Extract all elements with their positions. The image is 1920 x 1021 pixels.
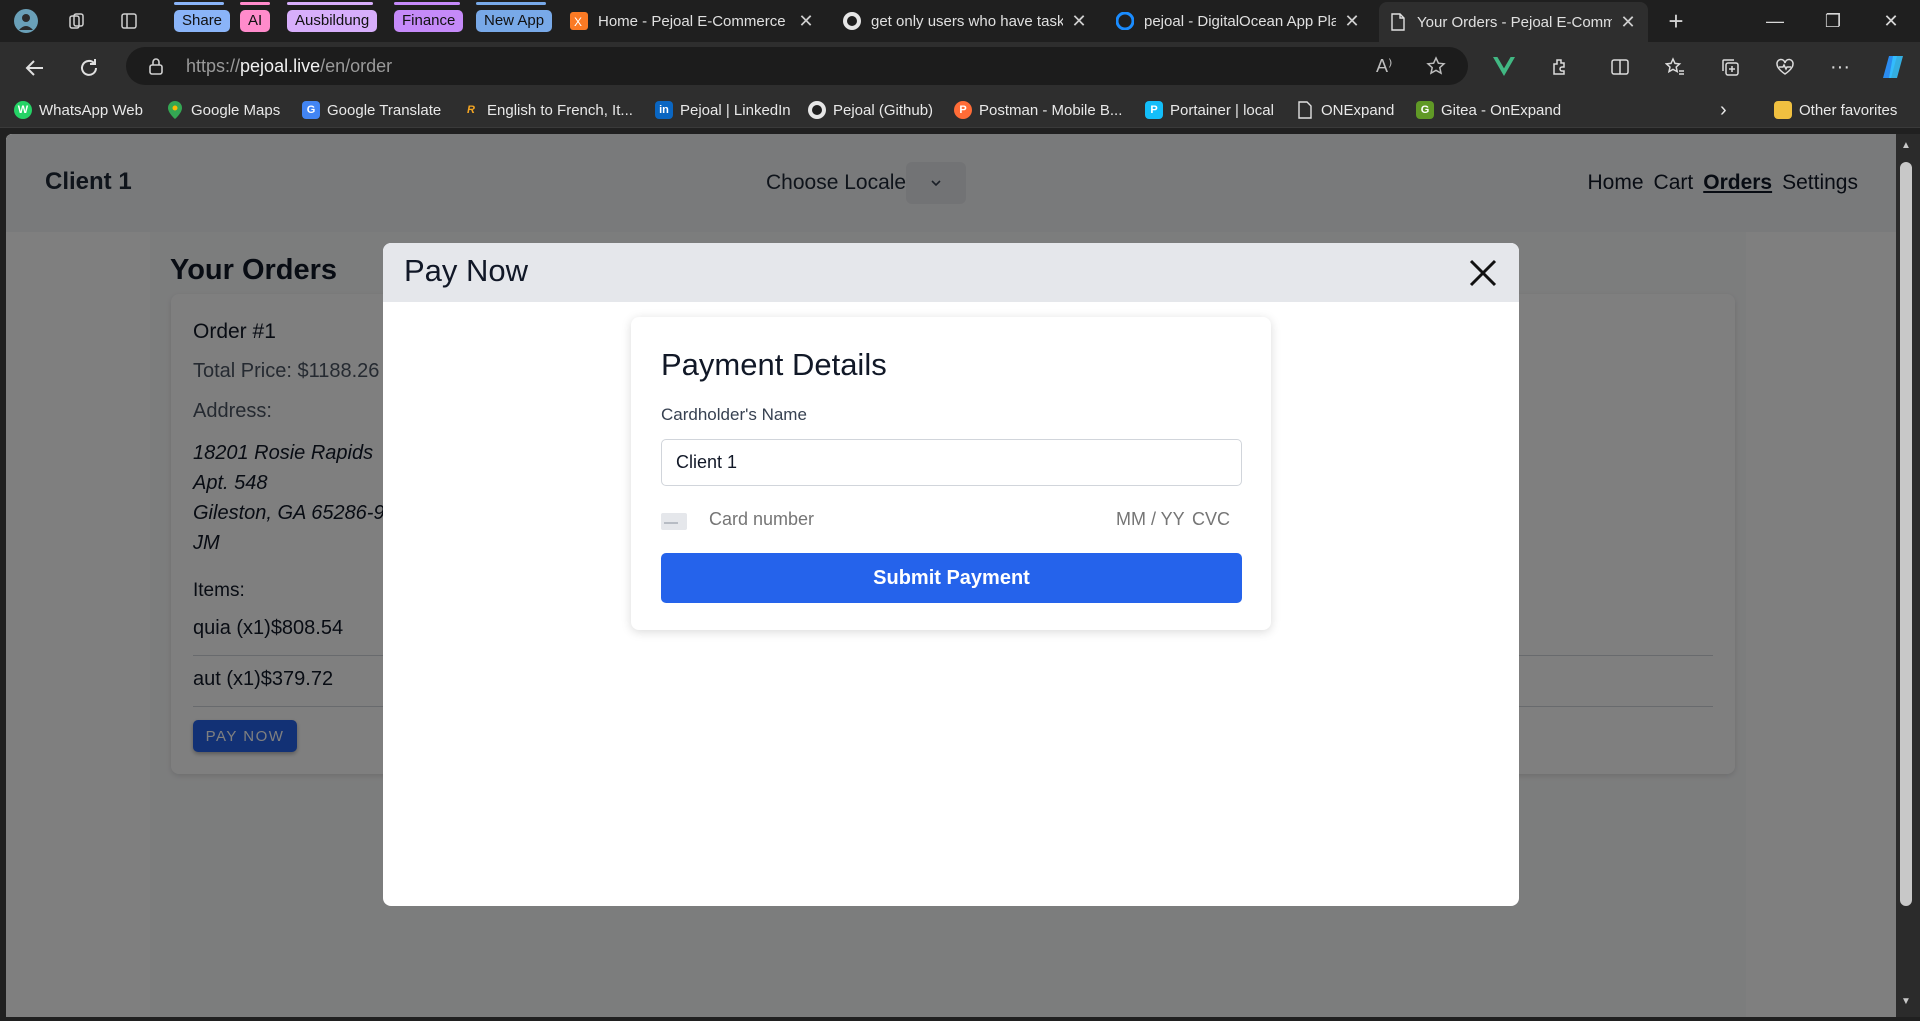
close-icon[interactable]: ✕	[1618, 12, 1638, 33]
xampp-icon: X	[570, 12, 588, 30]
bookmark-onexpand[interactable]: ONExpand	[1296, 99, 1394, 121]
bookmark-github[interactable]: Pejoal (Github)	[808, 99, 933, 121]
group-indicator	[394, 2, 460, 5]
pay-now-modal: Pay Now Payment Details Cardholder's Nam…	[383, 243, 1519, 906]
vue-devtools-icon[interactable]	[1490, 53, 1518, 81]
translate-icon: G	[302, 101, 320, 119]
address-bar[interactable]: https://pejoal.live/en/order A⁾	[126, 47, 1468, 85]
close-icon[interactable]: ✕	[1069, 11, 1089, 32]
whatsapp-icon: W	[14, 101, 32, 119]
reverso-icon: R	[467, 104, 475, 116]
workspaces-icon[interactable]	[62, 6, 92, 36]
scroll-up-icon[interactable]: ▲	[1900, 140, 1912, 152]
linkedin-icon: in	[655, 101, 673, 119]
tab-group-ausbildung[interactable]: Ausbildung	[287, 10, 378, 32]
chevron-right-icon[interactable]: ›	[1720, 99, 1727, 121]
page-icon	[1296, 101, 1314, 119]
restore-icon[interactable]: ❐	[1810, 6, 1856, 36]
close-icon[interactable]: ✕	[796, 11, 816, 32]
github-icon	[808, 101, 826, 119]
submit-payment-button[interactable]: Submit Payment	[661, 553, 1242, 603]
browser-essentials-icon[interactable]	[1771, 53, 1799, 81]
svg-text:X: X	[574, 15, 582, 29]
back-arrow-icon[interactable]	[19, 52, 51, 84]
bookmark-google-translate[interactable]: G Google Translate	[302, 99, 441, 121]
github-icon	[843, 12, 861, 30]
refresh-icon[interactable]	[73, 52, 105, 84]
card-cvc-field[interactable]: CVC	[1192, 509, 1230, 530]
bookmark-postman[interactable]: P Postman - Mobile B...	[954, 99, 1122, 121]
tab-actions-icon[interactable]	[114, 6, 144, 36]
gitea-icon: G	[1416, 101, 1434, 119]
portainer-icon: P	[1145, 101, 1163, 119]
close-icon[interactable]: ✕	[1342, 11, 1362, 32]
read-aloud-icon[interactable]: A⁾	[1376, 56, 1392, 77]
favorite-star-icon[interactable]	[1426, 56, 1446, 81]
bookmark-other-favorites[interactable]: Other favorites	[1774, 99, 1897, 121]
more-options-icon[interactable]: ···	[1826, 53, 1854, 81]
close-icon[interactable]	[1465, 255, 1501, 291]
tab-github[interactable]: get only users who have tasks ✕	[833, 4, 1099, 38]
extensions-icon[interactable]	[1545, 53, 1573, 81]
group-indicator	[476, 2, 546, 5]
lock-icon[interactable]	[148, 57, 164, 80]
cardholder-label: Cardholder's Name	[661, 405, 807, 424]
cardholder-name-input[interactable]	[661, 439, 1242, 486]
payment-form: Payment Details Cardholder's Name Card n…	[631, 317, 1271, 630]
tab-your-orders[interactable]: Your Orders - Pejoal E-Comm ✕	[1379, 2, 1648, 42]
bookmark-linkedin[interactable]: in Pejoal | LinkedIn	[655, 99, 791, 121]
new-tab-icon[interactable]: +	[1661, 6, 1691, 36]
scroll-down-icon[interactable]: ▼	[1900, 996, 1912, 1008]
modal-title: Pay Now	[404, 253, 529, 288]
copilot-icon[interactable]	[1880, 53, 1908, 81]
digitalocean-icon	[1116, 12, 1134, 30]
group-indicator	[287, 2, 373, 5]
bookmark-google-maps[interactable]: Google Maps	[166, 99, 280, 121]
tab-group-ai[interactable]: AI	[240, 10, 271, 32]
map-pin-icon	[166, 101, 184, 119]
browser-toolbar: https://pejoal.live/en/order A⁾ ···	[0, 42, 1920, 92]
bookmark-gitea[interactable]: G Gitea - OnExpand	[1416, 99, 1561, 121]
tab-group-new-app[interactable]: New App	[476, 10, 553, 32]
tab-group-share[interactable]: Share	[174, 10, 231, 32]
url-text[interactable]: https://pejoal.live/en/order	[186, 56, 392, 77]
split-screen-icon[interactable]	[1606, 53, 1634, 81]
minimize-icon[interactable]: —	[1752, 6, 1798, 36]
group-indicator	[174, 2, 224, 5]
bookmark-whatsapp[interactable]: W WhatsApp Web	[14, 99, 143, 121]
group-indicator	[240, 2, 270, 5]
page-viewport: Client 1 Choose Locale Home Cart Orders …	[6, 134, 1896, 1017]
modal-header: Pay Now	[383, 243, 1519, 302]
scrollbar-thumb[interactable]	[1900, 162, 1912, 906]
tab-digitalocean[interactable]: pejoal - DigitalOcean App Pla ✕	[1106, 4, 1372, 38]
card-number-field[interactable]: Card number	[709, 509, 814, 530]
browser-tab-bar: Share AI Ausbildung Finance New App X Ho…	[0, 0, 1920, 42]
tab-group-finance[interactable]: Finance	[394, 10, 464, 32]
bookmark-reverso[interactable]: R English to French, It...	[462, 99, 633, 121]
card-expiry-field[interactable]: MM / YY	[1116, 509, 1185, 530]
bookmark-portainer[interactable]: P Portainer | local	[1145, 99, 1274, 121]
collections-icon[interactable]	[1716, 53, 1744, 81]
payment-heading: Payment Details	[661, 347, 887, 382]
favorites-icon[interactable]	[1661, 53, 1689, 81]
window-close-icon[interactable]: ✕	[1868, 6, 1914, 36]
favorites-bar: W WhatsApp Web Google Maps G Google Tran…	[0, 92, 1920, 128]
credit-card-icon	[661, 513, 687, 530]
page-icon	[1389, 13, 1407, 31]
folder-icon	[1774, 101, 1792, 119]
postman-icon: P	[954, 101, 972, 119]
profile-avatar-icon[interactable]	[11, 6, 41, 36]
tab-home[interactable]: X Home - Pejoal E-Commerce ✕	[560, 4, 826, 38]
card-element[interactable]: Card number MM / YY CVC	[661, 505, 1242, 535]
